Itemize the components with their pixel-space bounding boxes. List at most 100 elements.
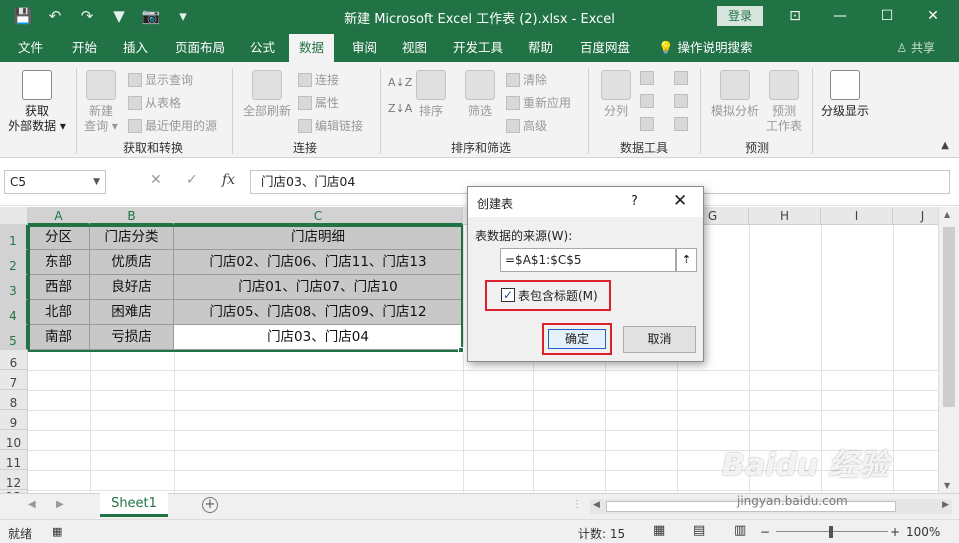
tab-insert[interactable]: 插入 (123, 34, 148, 62)
vertical-scroll-thumb[interactable] (943, 227, 955, 407)
sheet-next-icon[interactable]: ▶ (56, 499, 64, 510)
tab-developer[interactable]: 开发工具 (453, 34, 503, 62)
properties-button[interactable]: 属性 (298, 94, 339, 111)
row-header-9[interactable]: 9 (0, 410, 28, 430)
page-break-view-icon[interactable]: ▥ (734, 523, 746, 538)
scroll-right-icon[interactable]: ▶ (942, 500, 949, 510)
login-button[interactable]: 登录 (717, 6, 763, 26)
source-range-input[interactable]: =$A$1:$C$5 (500, 248, 676, 272)
insert-function-icon[interactable]: fx (222, 172, 235, 188)
row-header-2[interactable]: 2 (0, 250, 28, 275)
column-header-b[interactable]: B (90, 207, 174, 225)
zoom-slider-thumb[interactable] (829, 526, 833, 538)
row-header-12[interactable]: 12 (0, 470, 28, 490)
scroll-up-icon[interactable]: ▲ (944, 210, 950, 219)
remove-duplicates-button[interactable] (640, 94, 654, 108)
customize-qat-icon[interactable]: ▾ (172, 7, 194, 25)
recent-sources-button[interactable]: 最近使用的源 (128, 117, 217, 134)
edit-links-button[interactable]: 编辑链接 (298, 117, 363, 134)
connections-button[interactable]: 连接 (298, 71, 339, 88)
tab-home[interactable]: 开始 (72, 34, 97, 62)
get-external-data-button[interactable]: 获取 外部数据 ▾ (6, 70, 68, 134)
data-validation-button[interactable] (640, 117, 654, 131)
scroll-left-icon[interactable]: ◀ (593, 500, 600, 510)
name-box[interactable]: C5 ▼ (4, 170, 106, 194)
sheet-prev-icon[interactable]: ◀ (28, 499, 36, 510)
cell-b1[interactable]: 门店分类 (90, 225, 174, 250)
column-header-c[interactable]: C (174, 207, 463, 225)
consolidate-button[interactable] (674, 71, 688, 85)
reapply-button[interactable]: 重新应用 (506, 94, 571, 111)
tab-data[interactable]: 数据 (289, 34, 335, 62)
vertical-scrollbar[interactable]: ▲ ▼ (938, 207, 959, 493)
tab-file[interactable]: 文件 (18, 34, 43, 62)
tell-me-search[interactable]: 💡 操作说明搜索 (658, 34, 753, 62)
relationships-button[interactable] (674, 94, 688, 108)
cell-c5-active[interactable]: 门店03、门店04 (174, 325, 463, 350)
column-header-a[interactable]: A (28, 207, 90, 225)
tab-view[interactable]: 视图 (402, 34, 427, 62)
sheet-tab-sheet1[interactable]: Sheet1 (100, 493, 168, 517)
row-header-4[interactable]: 4 (0, 300, 28, 325)
sort-az-button[interactable]: A↓Z (388, 76, 412, 89)
cell-b3[interactable]: 良好店 (90, 275, 174, 300)
cancel-icon[interactable]: ✕ (150, 172, 162, 188)
cell-a5[interactable]: 南部 (28, 325, 90, 350)
column-header-j[interactable]: J (893, 207, 938, 225)
camera-icon[interactable]: 📷 (140, 7, 162, 25)
from-table-button[interactable]: 从表格 (128, 94, 181, 111)
row-header-11[interactable]: 11 (0, 450, 28, 470)
normal-view-icon[interactable]: ▦ (653, 523, 665, 538)
row-header-8[interactable]: 8 (0, 390, 28, 410)
row-header-10[interactable]: 10 (0, 430, 28, 450)
cell-a1[interactable]: 分区 (28, 225, 90, 250)
ribbon-display-icon[interactable]: ⊡ (780, 4, 810, 28)
zoom-level[interactable]: 100% (906, 525, 940, 539)
cancel-button[interactable]: 取消 (623, 326, 696, 353)
macro-record-icon[interactable]: ▦ (52, 525, 62, 538)
forecast-sheet-button[interactable]: 预测 工作表 (764, 70, 804, 134)
show-query-button[interactable]: 显示查询 (128, 71, 193, 88)
sort-za-button[interactable]: Z↓A (388, 102, 412, 115)
page-layout-view-icon[interactable]: ▤ (693, 523, 705, 538)
zoom-out-button[interactable]: − (760, 525, 770, 539)
scroll-down-icon[interactable]: ▼ (944, 481, 950, 490)
cell-a4[interactable]: 北部 (28, 300, 90, 325)
tab-page-layout[interactable]: 页面布局 (175, 34, 225, 62)
sheet-options-icon[interactable]: ⋮ (572, 499, 582, 510)
help-icon[interactable]: ? (631, 194, 638, 209)
what-if-analysis-button[interactable]: 模拟分析 (706, 70, 764, 119)
cell-a3[interactable]: 西部 (28, 275, 90, 300)
outline-button[interactable]: 分级显示 (816, 70, 874, 119)
collapse-dialog-icon[interactable]: ⇡ (676, 248, 697, 272)
row-header-7[interactable]: 7 (0, 370, 28, 390)
flash-fill-button[interactable] (640, 71, 654, 85)
cell-c1[interactable]: 门店明细 (174, 225, 463, 250)
select-all-corner[interactable] (0, 207, 28, 225)
new-query-button[interactable]: 新建 查询 ▾ (80, 70, 122, 134)
cell-c3[interactable]: 门店01、门店07、门店10 (174, 275, 463, 300)
chevron-down-icon[interactable]: ▼ (93, 171, 100, 193)
text-to-columns-button[interactable]: 分列 (596, 70, 636, 119)
cell-b5[interactable]: 亏损店 (90, 325, 174, 350)
cell-b4[interactable]: 困难店 (90, 300, 174, 325)
dialog-close-icon[interactable]: ✕ (673, 191, 687, 211)
row-header-1[interactable]: 1 (0, 225, 28, 250)
tab-formulas[interactable]: 公式 (250, 34, 275, 62)
column-header-i[interactable]: I (821, 207, 893, 225)
cell-a2[interactable]: 东部 (28, 250, 90, 275)
minimize-icon[interactable]: — (825, 4, 855, 28)
redo-icon[interactable]: ↷ (76, 7, 98, 25)
clear-filter-button[interactable]: 清除 (506, 71, 547, 88)
save-icon[interactable]: 💾 (12, 7, 34, 25)
tab-review[interactable]: 审阅 (352, 34, 377, 62)
cell-c2[interactable]: 门店02、门店06、门店11、门店13 (174, 250, 463, 275)
column-header-h[interactable]: H (749, 207, 821, 225)
undo-icon[interactable]: ↶ (44, 7, 66, 25)
filter-icon[interactable]: ▼ (108, 7, 130, 25)
fill-handle[interactable] (458, 347, 464, 353)
zoom-in-button[interactable]: + (890, 525, 900, 539)
advanced-filter-button[interactable]: 高级 (506, 117, 547, 134)
refresh-all-button[interactable]: 全部刷新 (240, 70, 294, 119)
row-header-3[interactable]: 3 (0, 275, 28, 300)
